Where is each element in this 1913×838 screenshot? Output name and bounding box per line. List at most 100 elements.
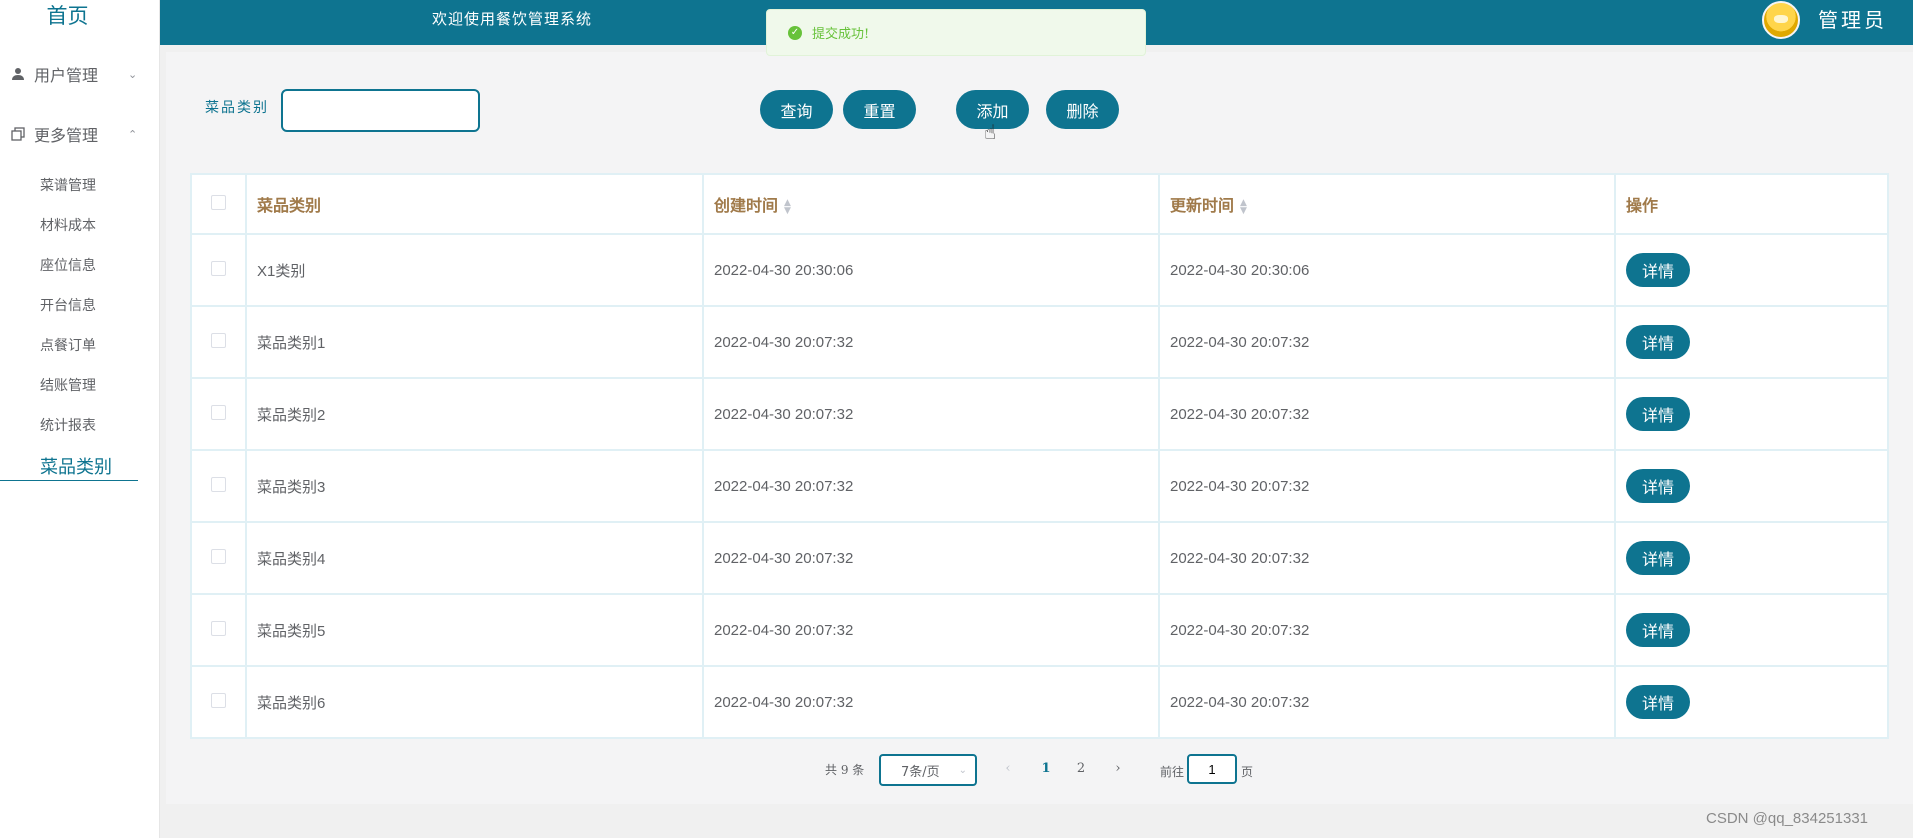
cell-updated: 2022-04-30 20:07:32 bbox=[1158, 593, 1616, 667]
cell-category: 菜品类别2 bbox=[245, 377, 704, 451]
cell-category: 菜品类别5 bbox=[245, 593, 704, 667]
column-header-updated[interactable]: 更新时间 ▲ ▼ bbox=[1158, 173, 1616, 235]
sidebar-group-label: 更多管理 bbox=[34, 126, 99, 145]
row-checkbox[interactable] bbox=[211, 404, 226, 420]
row-checkbox[interactable] bbox=[211, 548, 226, 564]
chevron-down-icon: ⌄ bbox=[128, 67, 138, 81]
column-header-label: 创建时间 bbox=[714, 196, 779, 215]
sidebar-item-recipe[interactable]: 菜谱管理 bbox=[40, 175, 96, 195]
sidebar-item-dish-category[interactable]: 菜品类别 bbox=[40, 453, 112, 479]
page-size-select[interactable]: 7条/页 ⌄ bbox=[879, 754, 977, 786]
detail-button[interactable]: 详情 bbox=[1626, 397, 1690, 431]
detail-button[interactable]: 详情 bbox=[1626, 685, 1690, 719]
table-row: 菜品类别2 2022-04-30 20:07:32 2022-04-30 20:… bbox=[190, 377, 1889, 451]
table-row: 菜品类别4 2022-04-30 20:07:32 2022-04-30 20:… bbox=[190, 521, 1889, 595]
cell-actions: 详情 bbox=[1614, 449, 1889, 523]
chevron-down-icon: ⌄ bbox=[958, 764, 967, 776]
row-select-cell bbox=[190, 377, 247, 451]
detail-button[interactable]: 详情 bbox=[1626, 325, 1690, 359]
admin-label[interactable]: 管理员 bbox=[1818, 4, 1887, 33]
cell-updated: 2022-04-30 20:07:32 bbox=[1158, 305, 1616, 379]
sidebar-item-table-open[interactable]: 开台信息 bbox=[40, 295, 96, 315]
copy-icon bbox=[10, 126, 26, 142]
table-row: 菜品类别1 2022-04-30 20:07:32 2022-04-30 20:… bbox=[190, 305, 1889, 379]
cell-created: 2022-04-30 20:07:32 bbox=[702, 665, 1160, 739]
table-row: 菜品类别5 2022-04-30 20:07:32 2022-04-30 20:… bbox=[190, 593, 1889, 667]
toast-message: 提交成功! bbox=[812, 27, 870, 42]
sort-icon[interactable]: ▲ ▼ bbox=[784, 198, 791, 215]
detail-button[interactable]: 详情 bbox=[1626, 469, 1690, 503]
cell-category: 菜品类别4 bbox=[245, 521, 704, 595]
cell-actions: 详情 bbox=[1614, 305, 1889, 379]
sidebar-group-user-management[interactable]: 用户管理 ⌄ bbox=[0, 54, 160, 94]
delete-button[interactable]: 删除 bbox=[1046, 90, 1119, 129]
cell-created: 2022-04-30 20:30:06 bbox=[702, 233, 1160, 307]
table-row: 菜品类别6 2022-04-30 20:07:32 2022-04-30 20:… bbox=[190, 665, 1889, 739]
select-all-cell bbox=[190, 173, 247, 235]
sidebar-item-seat-info[interactable]: 座位信息 bbox=[40, 255, 96, 275]
cell-updated: 2022-04-30 20:07:32 bbox=[1158, 449, 1616, 523]
cell-category: X1类别 bbox=[245, 233, 704, 307]
cell-category: 菜品类别1 bbox=[245, 305, 704, 379]
sidebar-group-more-management[interactable]: 更多管理 ⌃ bbox=[0, 114, 160, 154]
cell-created: 2022-04-30 20:07:32 bbox=[702, 377, 1160, 451]
column-header-created[interactable]: 创建时间 ▲ ▼ bbox=[702, 173, 1160, 235]
cell-updated: 2022-04-30 20:07:32 bbox=[1158, 665, 1616, 739]
column-header-actions: 操作 bbox=[1614, 173, 1889, 235]
success-toast: ✓ 提交成功! bbox=[766, 9, 1146, 56]
sidebar-item-reports[interactable]: 统计报表 bbox=[40, 415, 96, 435]
column-header-label: 更新时间 bbox=[1170, 196, 1235, 215]
chevron-right-icon: › bbox=[1115, 760, 1121, 776]
row-checkbox[interactable] bbox=[211, 260, 226, 276]
cell-created: 2022-04-30 20:07:32 bbox=[702, 449, 1160, 523]
detail-button[interactable]: 详情 bbox=[1626, 253, 1690, 287]
row-select-cell bbox=[190, 449, 247, 523]
welcome-text: 欢迎使用餐饮管理系统 bbox=[432, 10, 593, 28]
detail-button[interactable]: 详情 bbox=[1626, 613, 1690, 647]
sort-icon[interactable]: ▲ ▼ bbox=[1240, 198, 1247, 215]
row-checkbox[interactable] bbox=[211, 476, 226, 492]
category-search-input[interactable] bbox=[281, 89, 480, 132]
column-header-category: 菜品类别 bbox=[245, 173, 704, 235]
select-all-checkbox[interactable] bbox=[211, 194, 226, 210]
cell-created: 2022-04-30 20:07:32 bbox=[702, 521, 1160, 595]
prev-page-button[interactable]: ‹ bbox=[991, 754, 1025, 782]
cell-updated: 2022-04-30 20:30:06 bbox=[1158, 233, 1616, 307]
filter-label: 菜品类别 bbox=[205, 100, 269, 116]
active-indicator bbox=[0, 480, 138, 481]
avatar[interactable] bbox=[1762, 1, 1800, 39]
cell-actions: 详情 bbox=[1614, 593, 1889, 667]
sidebar-item-material-cost[interactable]: 材料成本 bbox=[40, 215, 96, 235]
table-row: X1类别 2022-04-30 20:30:06 2022-04-30 20:3… bbox=[190, 233, 1889, 307]
cell-updated: 2022-04-30 20:07:32 bbox=[1158, 521, 1616, 595]
row-checkbox[interactable] bbox=[211, 332, 226, 348]
cell-category: 菜品类别6 bbox=[245, 665, 704, 739]
cell-category: 菜品类别3 bbox=[245, 449, 704, 523]
sidebar: 首页 用户管理 ⌄ 更多管理 ⌃ 菜谱管理 材料成本 座位信息 开台信息 点餐订… bbox=[0, 0, 160, 838]
cell-created: 2022-04-30 20:07:32 bbox=[702, 593, 1160, 667]
goto-suffix: 页 bbox=[1241, 765, 1254, 779]
check-circle-icon: ✓ bbox=[788, 25, 802, 40]
cell-actions: 详情 bbox=[1614, 377, 1889, 451]
detail-button[interactable]: 详情 bbox=[1626, 541, 1690, 575]
cell-actions: 详情 bbox=[1614, 233, 1889, 307]
table-header-row: 菜品类别 创建时间 ▲ ▼ 更新时间 ▲ ▼ 操作 bbox=[190, 173, 1889, 235]
row-checkbox[interactable] bbox=[211, 620, 226, 636]
next-page-button[interactable]: › bbox=[1101, 754, 1135, 782]
sidebar-item-checkout[interactable]: 结账管理 bbox=[40, 375, 96, 395]
page-button-2[interactable]: 2 bbox=[1064, 754, 1098, 782]
query-button[interactable]: 查询 bbox=[760, 90, 833, 129]
cell-actions: 详情 bbox=[1614, 665, 1889, 739]
cell-created: 2022-04-30 20:07:32 bbox=[702, 305, 1160, 379]
row-select-cell bbox=[190, 521, 247, 595]
page-size-value: 7条/页 bbox=[901, 764, 940, 780]
goto-label: 前往 bbox=[1160, 765, 1185, 779]
sidebar-item-orders[interactable]: 点餐订单 bbox=[40, 335, 96, 355]
sidebar-home[interactable]: 首页 bbox=[0, 0, 135, 32]
watermark: CSDN @qq_834251331 bbox=[1706, 810, 1869, 827]
row-checkbox[interactable] bbox=[211, 692, 226, 708]
reset-button[interactable]: 重置 bbox=[843, 90, 916, 129]
goto-page-input[interactable] bbox=[1187, 754, 1237, 784]
page-button-1[interactable]: 1 bbox=[1029, 754, 1063, 782]
chevron-left-icon: ‹ bbox=[1005, 760, 1011, 776]
